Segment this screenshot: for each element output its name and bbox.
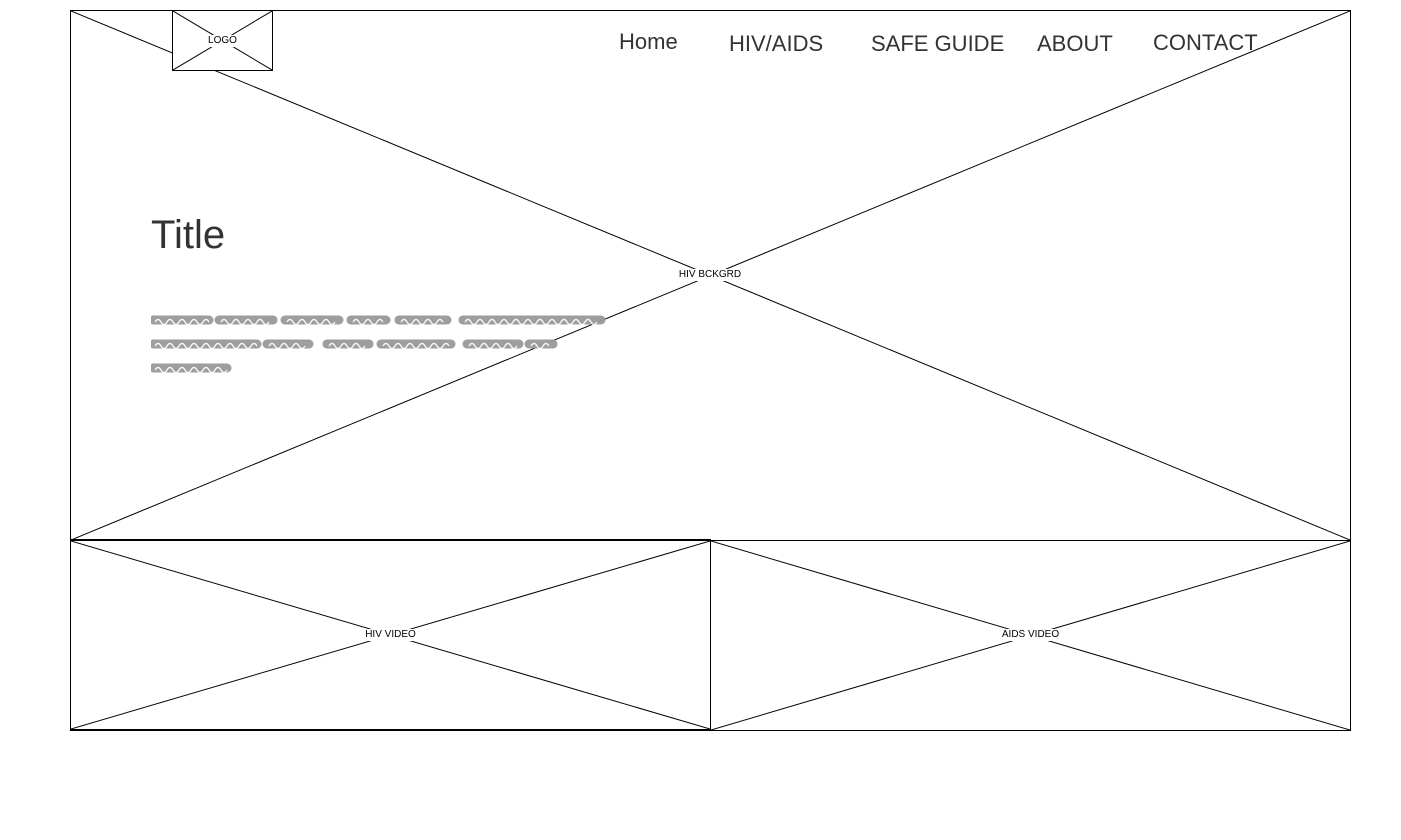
aids-video-placeholder[interactable]: AIDS VIDEO — [710, 540, 1351, 731]
hero-title: Title — [151, 213, 226, 257]
logo[interactable]: LOGO — [172, 10, 273, 71]
hiv-video-placeholder[interactable]: HIV VIDEO — [70, 539, 711, 731]
scribble-lines — [148, 315, 606, 374]
nav-hiv-aids-link[interactable]: HIV/AIDS — [729, 31, 823, 57]
hero-body-text-placeholder — [148, 308, 611, 378]
hero-background-label: HIV BCKGRD — [677, 269, 743, 281]
hiv-video-label: HIV VIDEO — [364, 629, 417, 641]
logo-label: LOGO — [207, 34, 238, 47]
nav-safe-guide-link[interactable]: SAFE GUIDE — [871, 31, 1004, 57]
nav-home-link[interactable]: Home — [619, 29, 678, 55]
hero-background-placeholder: HIV BCKGRD — [70, 10, 1351, 541]
nav-about-link[interactable]: ABOUT — [1037, 31, 1113, 57]
nav-contact-link[interactable]: CONTACT — [1153, 30, 1258, 56]
aids-video-label: AIDS VIDEO — [1000, 629, 1061, 641]
